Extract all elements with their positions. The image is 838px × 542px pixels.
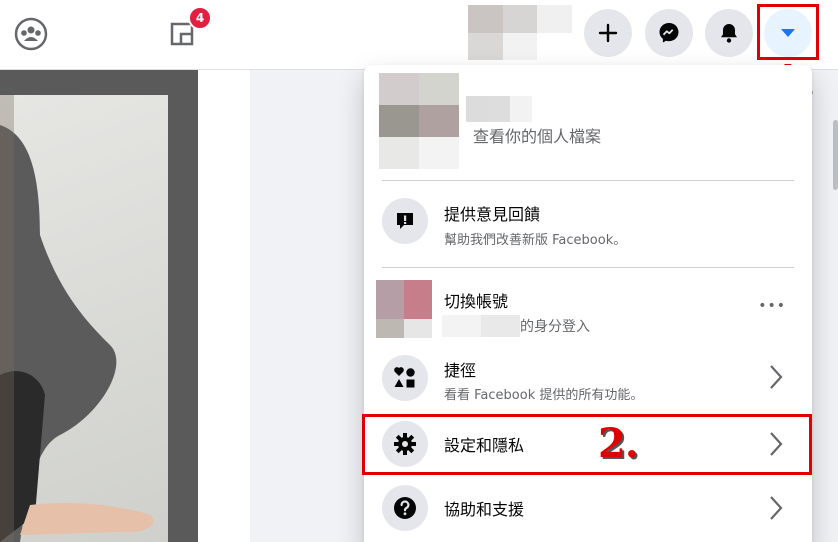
profile-name-redacted[interactable]	[466, 96, 532, 122]
menu-item-title: 捷徑	[444, 361, 477, 380]
feedback-icon	[382, 198, 428, 244]
shortcuts-icon	[382, 355, 428, 401]
help-icon	[382, 485, 428, 531]
menu-item-subtitle: 幫助我們改善新版 Facebook。	[444, 233, 627, 248]
page-scrollbar[interactable]	[833, 120, 838, 190]
bell-icon	[721, 24, 737, 43]
menu-item-title: 協助和支援	[444, 500, 525, 519]
chevron-right-icon	[770, 496, 783, 520]
notification-badge: 4	[188, 6, 212, 30]
chevron-right-icon	[770, 365, 783, 389]
highlight-box-step-2	[362, 414, 812, 475]
profile-avatar[interactable]	[379, 73, 459, 169]
menu-divider	[382, 180, 794, 181]
highlight-box-step-1	[757, 4, 819, 60]
plus-icon	[598, 23, 618, 43]
menu-item-help[interactable]: 協助和支援	[372, 483, 804, 533]
menu-divider	[382, 267, 794, 268]
more-options-icon[interactable]: •••	[758, 298, 786, 314]
cover-photo	[0, 95, 168, 542]
menu-item-switch-account[interactable]: 切換帳號 的身分登入 •••	[372, 280, 804, 338]
messenger-icon	[659, 23, 679, 43]
page-gap	[198, 70, 250, 542]
switch-account-avatar	[376, 280, 432, 338]
notifications-button[interactable]	[705, 9, 753, 57]
menu-item-subtitle: 的身分登入	[520, 319, 590, 335]
switch-account-name-redacted	[442, 315, 520, 337]
avatar[interactable]	[468, 5, 572, 60]
view-profile-link[interactable]: 查看你的個人檔案	[473, 123, 601, 147]
groups-icon[interactable]	[13, 17, 49, 51]
menu-item-shortcuts[interactable]: 捷徑 看看 Facebook 提供的所有功能。	[372, 345, 804, 411]
menu-item-title: 切換帳號	[444, 292, 509, 311]
menu-item-feedback[interactable]: 提供意見回饋 幫助我們改善新版 Facebook。	[372, 189, 804, 249]
menu-item-subtitle: 看看 Facebook 提供的所有功能。	[444, 388, 644, 403]
create-button[interactable]	[584, 9, 632, 57]
messenger-button[interactable]	[645, 9, 693, 57]
top-nav: 4	[0, 0, 838, 70]
step-2-label: 2.	[598, 420, 639, 467]
menu-item-title: 提供意見回饋	[444, 205, 541, 224]
